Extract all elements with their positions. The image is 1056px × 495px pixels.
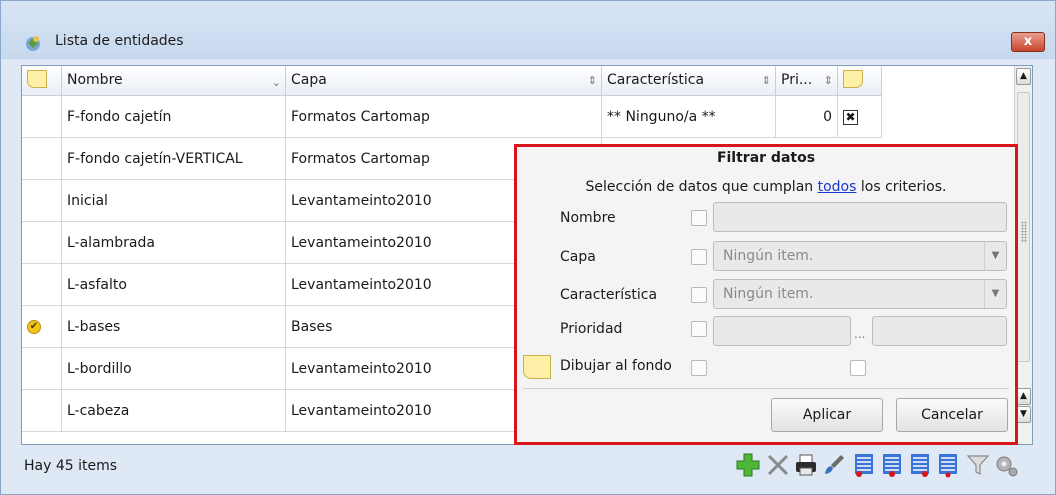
printer-icon[interactable]: [793, 452, 819, 478]
dibujar-value-checkbox[interactable]: [850, 360, 866, 376]
nombre-cell: Inicial: [62, 180, 286, 222]
nombre-checkbox[interactable]: [691, 210, 707, 226]
draw-back-cell: ✖: [838, 96, 882, 138]
delete-icon[interactable]: [765, 452, 791, 478]
settings-gear-icon[interactable]: [993, 452, 1019, 478]
filter-subtitle-pre: Selección de datos que cumplan: [585, 179, 818, 195]
title-bar: Lista de entidades x: [1, 1, 1055, 59]
check-icon: ✔: [27, 320, 41, 334]
note-icon: [523, 355, 551, 379]
sort-icon: ⇕: [761, 74, 771, 87]
window-title: Lista de entidades: [55, 33, 184, 49]
nombre-cell: L-alambrada: [62, 222, 286, 264]
capa-checkbox[interactable]: [691, 249, 707, 265]
list-remove-icon[interactable]: [907, 452, 933, 478]
range-separator: ...: [854, 327, 866, 341]
filter-subtitle-post: los criterios.: [856, 179, 947, 195]
nombre-cell: L-cabeza: [62, 390, 286, 432]
row-status-cell: [22, 138, 62, 180]
nombre-input[interactable]: [713, 202, 1007, 232]
nombre-cell: F-fondo cajetín-VERTICAL: [62, 138, 286, 180]
x-checkbox-icon[interactable]: ✖: [843, 110, 858, 125]
brush-icon[interactable]: [821, 452, 847, 478]
popup-divider: [523, 388, 1009, 389]
nombre-cell: F-fondo cajetín: [62, 96, 286, 138]
sort-icon: ⇕: [823, 74, 833, 87]
scroll-down-button[interactable]: ▼: [1016, 406, 1031, 423]
capa-select[interactable]: Ningún item. ▼: [713, 241, 1007, 271]
capa-cell: Formatos Cartomap: [286, 96, 602, 138]
dibujar-label: Dibujar al fondo: [560, 358, 672, 374]
header-note-column[interactable]: [22, 66, 62, 96]
header-caracteristica-label: Característica: [607, 72, 705, 88]
header-draw-back[interactable]: [838, 66, 882, 96]
capa-select-value: Ningún item.: [723, 248, 814, 264]
header-nombre-label: Nombre: [67, 72, 123, 88]
header-prioridad-label: Pri...: [781, 72, 813, 88]
add-icon[interactable]: [735, 452, 761, 478]
prioridad-max-input[interactable]: [872, 316, 1007, 346]
caracteristica-select-value: Ningún item.: [723, 286, 814, 302]
row-status-cell: [22, 96, 62, 138]
filter-title: Filtrar datos: [716, 150, 816, 166]
note-icon: [843, 70, 863, 88]
scroll-up-button-bottom[interactable]: ▲: [1016, 388, 1031, 405]
filter-popup: Filtrar datos Selección de datos que cum…: [514, 144, 1018, 445]
filter-subtitle: Selección de datos que cumplan todos los…: [517, 179, 1015, 195]
app-icon: [26, 36, 40, 51]
prioridad-label: Prioridad: [560, 321, 623, 337]
filter-icon[interactable]: [965, 452, 991, 478]
prioridad-checkbox[interactable]: [691, 321, 707, 337]
nombre-cell: L-bases: [62, 306, 286, 348]
caracteristica-select[interactable]: Ningún item. ▼: [713, 279, 1007, 309]
scroll-up-button[interactable]: ▲: [1016, 68, 1031, 85]
item-count-status: Hay 45 items: [24, 458, 118, 474]
caracteristica-checkbox[interactable]: [691, 287, 707, 303]
sort-icon: ⇕: [587, 74, 597, 87]
entity-list-window: Lista de entidades x Nombre ⌄ Capa ⇕ Car…: [0, 0, 1056, 495]
capa-label: Capa: [560, 249, 596, 265]
row-status-cell: ✔: [22, 306, 62, 348]
list-rows-icon[interactable]: [879, 452, 905, 478]
chevron-down-icon: ▼: [984, 242, 1006, 270]
list-columns-icon[interactable]: [851, 452, 877, 478]
row-status-cell: [22, 390, 62, 432]
scroll-thumb[interactable]: [1017, 92, 1030, 362]
close-button[interactable]: x: [1011, 32, 1045, 52]
list-export-icon[interactable]: [935, 452, 961, 478]
apply-button[interactable]: Aplicar: [771, 398, 883, 432]
header-capa[interactable]: Capa ⇕: [286, 66, 602, 96]
todos-link[interactable]: todos: [818, 179, 857, 195]
table-row[interactable]: F-fondo cajetín Formatos Cartomap ** Nin…: [22, 96, 882, 138]
row-status-cell: [22, 264, 62, 306]
row-status-cell: [22, 348, 62, 390]
chevron-down-icon: ▼: [984, 280, 1006, 308]
header-capa-label: Capa: [291, 72, 327, 88]
dibujar-enable-checkbox[interactable]: [691, 360, 707, 376]
grip-icon: [1021, 221, 1027, 243]
row-status-cell: [22, 180, 62, 222]
caracteristica-label: Característica: [560, 287, 658, 303]
header-caracteristica[interactable]: Característica ⇕: [602, 66, 776, 96]
nombre-cell: L-asfalto: [62, 264, 286, 306]
nombre-label: Nombre: [560, 210, 616, 226]
header-prioridad[interactable]: Pri... ⇕: [776, 66, 838, 96]
nombre-cell: L-bordillo: [62, 348, 286, 390]
note-icon: [27, 70, 47, 88]
header-nombre[interactable]: Nombre ⌄: [62, 66, 286, 96]
sort-desc-icon: ⌄: [271, 76, 281, 89]
prioridad-min-input[interactable]: [713, 316, 851, 346]
prioridad-cell: 0: [776, 96, 838, 138]
caracteristica-cell: ** Ninguno/a **: [602, 96, 776, 138]
cancel-button[interactable]: Cancelar: [896, 398, 1008, 432]
row-status-cell: [22, 222, 62, 264]
